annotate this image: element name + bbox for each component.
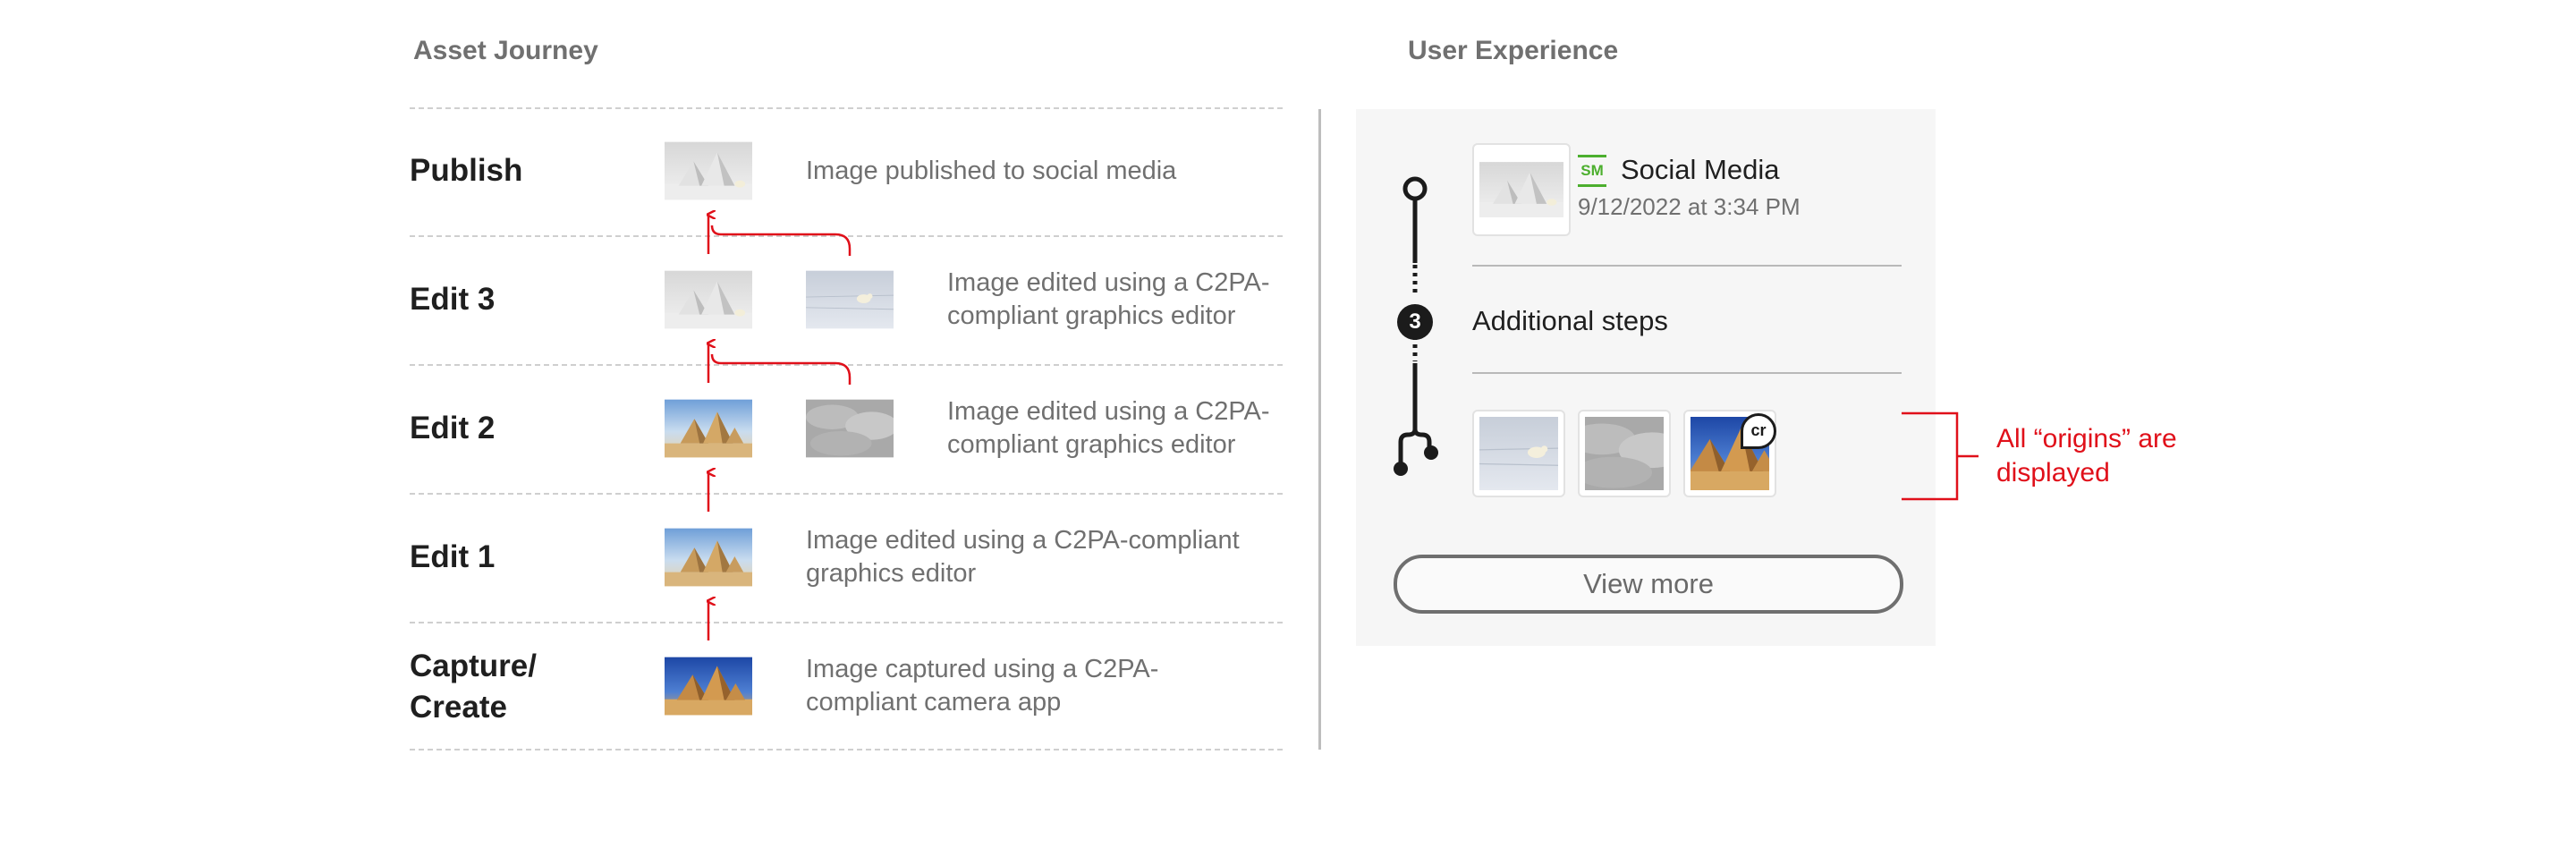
content-credentials-icon[interactable]: cr bbox=[1741, 413, 1776, 449]
entry-divider bbox=[1472, 372, 1902, 374]
latest-asset-thumbnail[interactable] bbox=[1472, 143, 1571, 236]
step-description-edit-3: Image edited using a C2PA-compliant grap… bbox=[947, 268, 1270, 330]
step-description-edit-2: Image edited using a C2PA-compliant grap… bbox=[947, 397, 1270, 459]
origin-thumbnail-snow[interactable] bbox=[1578, 410, 1671, 497]
user-experience-title: User Experience bbox=[1408, 36, 1619, 65]
social-media-badge: SM bbox=[1578, 155, 1606, 187]
step-description-publish: Image published to social media bbox=[806, 157, 1177, 185]
section-separator bbox=[1318, 109, 1321, 750]
arrow-up-icon bbox=[662, 197, 852, 640]
thumbnail-captured-image bbox=[665, 657, 752, 716]
origins-callout: All “origins” are displayed bbox=[1996, 424, 2177, 488]
origin-thumbnail-polar-bear[interactable] bbox=[1472, 410, 1565, 497]
step-label-capture-create: Capture/ Create bbox=[410, 649, 537, 725]
additional-steps-label[interactable]: Additional steps bbox=[1472, 305, 1668, 337]
step-label-edit-1: Edit 1 bbox=[410, 539, 496, 574]
latest-entry-name[interactable]: Social Media bbox=[1621, 154, 1779, 186]
step-label-edit-2: Edit 2 bbox=[410, 411, 496, 445]
additional-steps-count-badge: 3 bbox=[1397, 304, 1433, 340]
step-description-edit-1: Image edited using a C2PA-compliant grap… bbox=[806, 526, 1240, 588]
entry-divider bbox=[1472, 265, 1902, 267]
latest-entry-timestamp: 9/12/2022 at 3:34 PM bbox=[1578, 193, 1801, 220]
thumbnail-published-image bbox=[665, 141, 752, 200]
view-more-button[interactable]: View more bbox=[1394, 555, 1903, 614]
step-label-publish: Publish bbox=[410, 153, 523, 188]
callout-bracket bbox=[1902, 411, 1979, 501]
asset-journey-title: Asset Journey bbox=[413, 36, 598, 65]
row-divider bbox=[410, 749, 1283, 750]
step-description-capture: Image captured using a C2PA-compliant ca… bbox=[806, 655, 1159, 717]
row-divider bbox=[410, 107, 1283, 109]
step-label-edit-3: Edit 3 bbox=[410, 282, 496, 317]
